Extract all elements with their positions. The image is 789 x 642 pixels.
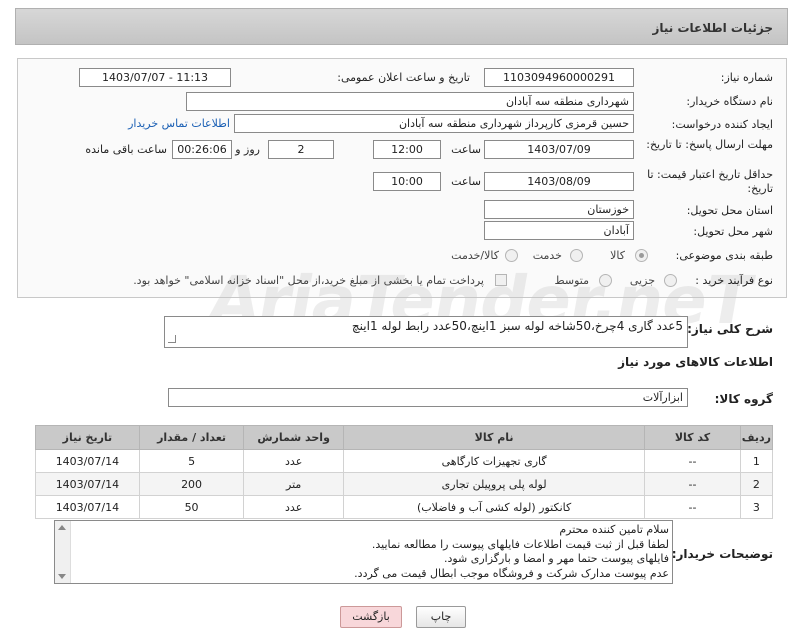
category-radio-service[interactable] [570, 249, 583, 262]
category-radio-goods-service[interactable] [505, 249, 518, 262]
cell-need-date: 1403/07/14 [35, 449, 140, 473]
cell-quantity: 200 [138, 472, 245, 496]
need-number-field[interactable]: 1103094960000291 [484, 68, 634, 87]
reply-days-field[interactable]: 2 [268, 140, 334, 159]
validity-time-field[interactable]: 10:00 [373, 172, 441, 191]
buyer-contact-link[interactable]: اطلاعات تماس خریدار [128, 117, 230, 130]
buyer-org-label: نام دستگاه خریدار: [686, 95, 773, 108]
requester-field[interactable]: حسین قرمزی کارپرداز شهرداری منطقه سه آبا… [234, 114, 634, 133]
cell-goods-code: -- [644, 472, 741, 496]
cell-row-number: 2 [739, 472, 774, 496]
category-option-goods: کالا [610, 249, 625, 262]
category-label: طبقه بندی موضوعی: [675, 249, 773, 262]
city-field[interactable]: آبادان [484, 221, 634, 240]
goods-group-field[interactable]: ابزارآلات [168, 388, 688, 407]
reply-time-field[interactable]: 12:00 [373, 140, 441, 159]
announce-datetime-label: تاریخ و ساعت اعلان عمومی: [337, 71, 470, 84]
cell-unit: عدد [243, 449, 344, 473]
buyer-notes-textarea[interactable]: سلام تامین کننده محترم لطفا قبل از ثبت ق… [54, 520, 673, 584]
col-goods-name: نام کالا [342, 425, 646, 450]
need-number-label: شماره نیاز: [720, 71, 773, 84]
col-row-number: ردیف [739, 425, 774, 450]
goods-table: ردیف کد کالا نام کالا واحد شمارش تعداد /… [35, 425, 774, 519]
process-radio-minor[interactable] [664, 274, 677, 287]
scroll-down-icon[interactable] [58, 574, 66, 579]
general-desc-label: شرح کلی نیاز: [687, 322, 773, 336]
notes-scrollbar[interactable] [55, 521, 71, 583]
table-row[interactable]: 2 -- لوله پلی پروپیلن تجاری متر 200 1403… [35, 472, 774, 496]
table-row[interactable]: 3 -- کانکتور (لوله کشی آب و فاضلاب) عدد … [35, 495, 774, 519]
requester-label: ایجاد کننده درخواست: [671, 118, 773, 131]
col-unit: واحد شمارش [243, 425, 344, 450]
notes-line: سلام تامین کننده محترم [559, 523, 669, 536]
cell-goods-name: لوله پلی پروپیلن تجاری [342, 472, 646, 496]
process-option-medium: متوسط [554, 274, 589, 287]
validity-date-field[interactable]: 1403/08/09 [484, 172, 634, 191]
category-option-goods-service: کالا/خدمت [451, 249, 499, 262]
buyer-org-field[interactable]: شهرداری منطقه سه آبادان [186, 92, 634, 111]
notes-line: لطفا قبل از ثبت قیمت اطلاعات فایلهای پیو… [371, 537, 669, 551]
cell-unit: متر [243, 472, 344, 496]
cell-row-number: 1 [739, 449, 774, 473]
table-row[interactable]: 1 -- گاری تجهیزات کارگاهی عدد 5 1403/07/… [35, 449, 774, 473]
delivery-city-label: شهر محل تحویل: [693, 225, 773, 238]
remaining-label: ساعت باقی مانده [85, 143, 167, 156]
general-desc-field[interactable]: 5عدد گاری 4چرخ،50شاخه لوله سبز 1اینچ،50ع… [164, 316, 688, 348]
resize-handle-icon[interactable] [168, 335, 176, 343]
province-field[interactable]: خوزستان [484, 200, 634, 219]
treasury-payment-note: پرداخت تمام یا بخشی از مبلغ خرید،از محل … [133, 274, 484, 287]
remaining-time-field[interactable]: 00:26:06 [172, 140, 232, 159]
category-radio-goods[interactable] [635, 249, 648, 262]
cell-need-date: 1403/07/14 [35, 472, 140, 496]
cell-need-date: 1403/07/14 [35, 495, 140, 519]
page-title: جزئیات اطلاعات نیاز [15, 8, 788, 45]
cell-quantity: 50 [138, 495, 245, 519]
goods-info-title: اطلاعات کالاهای مورد نیاز [618, 355, 773, 369]
col-need-date: تاریخ نیاز [35, 425, 140, 450]
cell-quantity: 5 [138, 449, 245, 473]
process-type-label: نوع فرآیند خرید : [695, 274, 773, 287]
print-button[interactable]: چاپ [416, 606, 466, 628]
reply-date-field[interactable]: 1403/07/09 [484, 140, 634, 159]
cell-goods-name: گاری تجهیزات کارگاهی [342, 449, 646, 473]
notes-line: عدم پیوست مدارک شرکت و فروشگاه موجب ابطا… [354, 566, 669, 580]
back-button[interactable]: بازگشت [340, 606, 402, 628]
notes-line: فایلهای پیوست حتما مهر و امضا و بارگزاری… [443, 552, 669, 565]
reply-deadline-label: مهلت ارسال پاسخ: تا تاریخ: [646, 138, 773, 151]
col-quantity: تعداد / مقدار [138, 425, 245, 450]
day-and-label: روز و [235, 143, 260, 156]
delivery-province-label: استان محل تحویل: [686, 204, 773, 217]
price-validity-label: حداقل تاریخ اعتبار قیمت: تا تاریخ: [647, 168, 773, 195]
process-radio-medium[interactable] [599, 274, 612, 287]
reply-hour-label: ساعت [451, 143, 481, 156]
col-goods-code: کد کالا [644, 425, 741, 450]
process-option-minor: جزیی [629, 274, 655, 287]
goods-group-label: گروه کالا: [714, 392, 773, 406]
treasury-payment-checkbox[interactable] [495, 274, 507, 286]
cell-unit: عدد [243, 495, 344, 519]
buyer-notes-label: توضیحات خریدار: [671, 547, 773, 561]
announce-datetime-field[interactable]: 1403/07/07 - 11:13 [79, 68, 231, 87]
cell-goods-name: کانکتور (لوله کشی آب و فاضلاب) [342, 495, 646, 519]
validity-hour-label: ساعت [451, 175, 481, 188]
radio-selected-dot-icon [639, 253, 644, 258]
category-option-service: خدمت [532, 249, 562, 262]
cell-row-number: 3 [739, 495, 774, 519]
table-header-row: ردیف کد کالا نام کالا واحد شمارش تعداد /… [35, 425, 774, 450]
cell-goods-code: -- [644, 495, 741, 519]
scroll-up-icon[interactable] [58, 525, 66, 530]
cell-goods-code: -- [644, 449, 741, 473]
